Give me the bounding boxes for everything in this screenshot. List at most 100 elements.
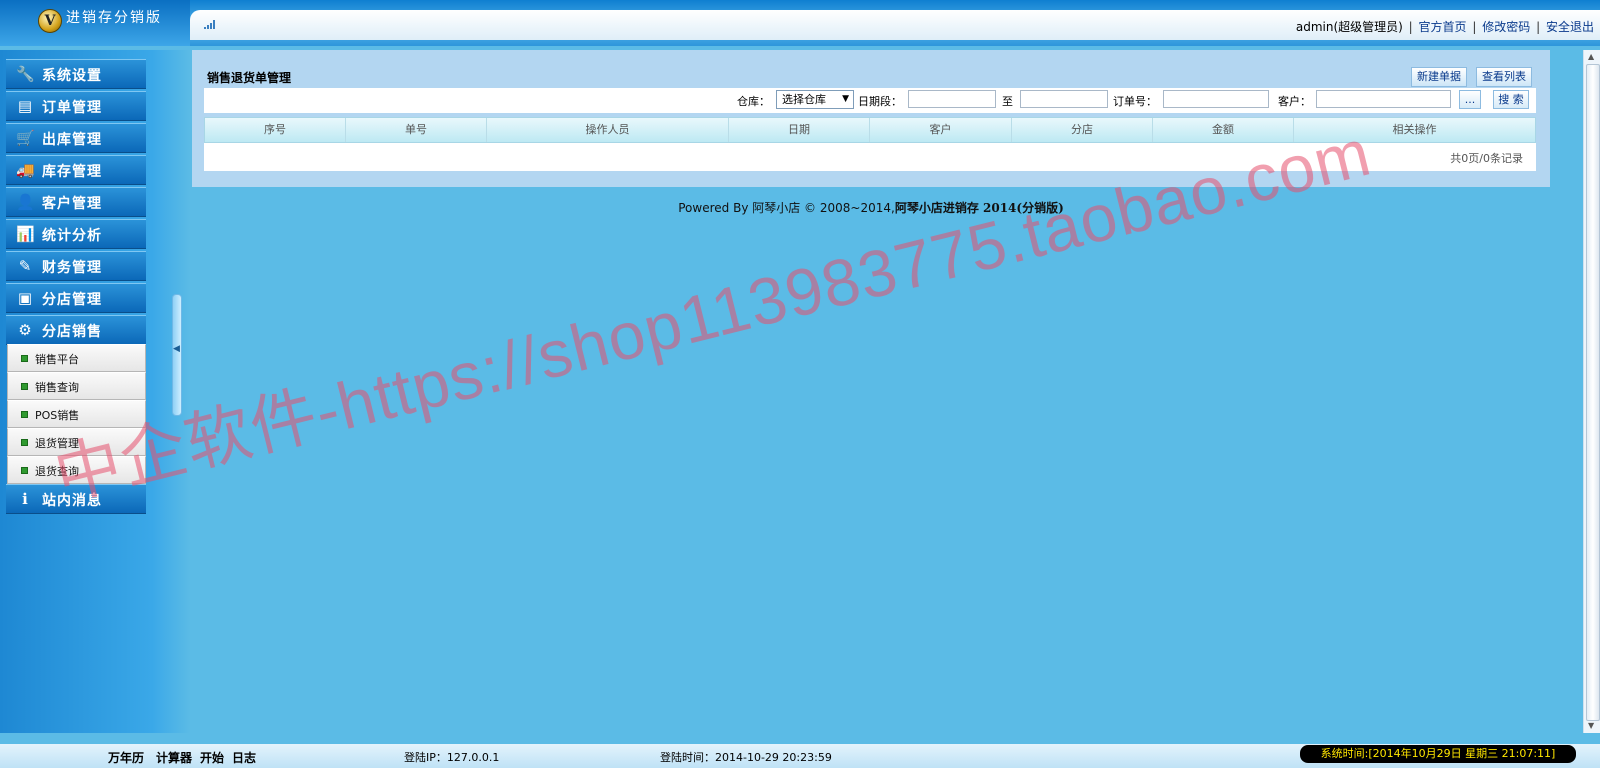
column-header[interactable]: 分店 (1012, 118, 1153, 142)
customer-input[interactable] (1316, 90, 1451, 108)
date-to-label: 至 (1002, 95, 1013, 108)
logout-link[interactable]: 安全退出 (1546, 20, 1594, 34)
info-icon: ℹ (22, 490, 28, 508)
column-header[interactable]: 操作人员 (487, 118, 729, 142)
sidebar: 🔧 系统设置 ▤ 订单管理 🛒 出库管理 🚚 库存管理 👤 客户管理 📊 统计分… (0, 50, 190, 733)
menu-statistics[interactable]: 📊 统计分析 (6, 219, 146, 249)
scroll-up-icon[interactable]: ▲ (1588, 52, 1594, 61)
header: V 进销存分销版 admin(超级管理员) | 官方首页 | 修改密码 | 安全… (0, 0, 1600, 46)
submenu-label: 退货查询 (35, 465, 79, 478)
warehouse-label: 仓库： (737, 95, 770, 108)
bar-chart-icon: 📊 (16, 225, 35, 243)
menu-label: 订单管理 (42, 100, 102, 116)
menu-order-management[interactable]: ▤ 订单管理 (6, 91, 146, 121)
date-from-input[interactable] (908, 90, 996, 108)
bullet-icon (21, 355, 28, 362)
login-time: 登陆时间：2014-10-29 20:23:59 (660, 751, 832, 764)
bullet-icon (21, 467, 28, 474)
column-header[interactable]: 日期 (729, 118, 870, 142)
submenu-pos-sales[interactable]: POS销售 (7, 400, 146, 428)
submenu-label: POS销售 (35, 409, 80, 422)
order-icon: ▤ (17, 97, 33, 115)
page-title: 销售退货单管理 (207, 71, 292, 85)
signal-icon (204, 18, 216, 30)
filter-bar: 仓库： 选择仓库 ▼ 日期段： 至 订单号： 客户： ... 搜 索 (204, 88, 1536, 113)
menu-label: 分店销售 (42, 324, 102, 340)
calculator-link[interactable]: 计算器 (156, 749, 192, 766)
bullet-icon (21, 383, 28, 390)
login-ip: 登陆IP：127.0.0.1 (404, 751, 500, 764)
submenu-sales-platform[interactable]: 销售平台 (7, 344, 146, 372)
collapse-arrow-icon[interactable]: ◀ (173, 344, 180, 354)
submenu-sales-query[interactable]: 销售查询 (7, 372, 146, 400)
menu-branch-management[interactable]: ▣ 分店管理 (6, 283, 146, 313)
menu-label: 站内消息 (42, 493, 102, 509)
cart-icon: 🛒 (16, 129, 35, 147)
column-header[interactable]: 客户 (870, 118, 1012, 142)
menu-site-messages[interactable]: ℹ 站内消息 (6, 484, 146, 514)
view-list-button[interactable]: 查看列表 (1476, 67, 1532, 87)
scrollbar-thumb[interactable] (1586, 64, 1600, 721)
main-panel: 销售退货单管理 新建单据 查看列表 仓库： 选择仓库 ▼ 日期段： 至 订单号：… (192, 50, 1550, 187)
warehouse-select-value: 选择仓库 (782, 93, 826, 106)
menu-outbound-management[interactable]: 🛒 出库管理 (6, 123, 146, 153)
order-number-input[interactable] (1163, 90, 1269, 108)
change-password-link[interactable]: 修改密码 (1482, 20, 1530, 34)
search-button[interactable]: 搜 索 (1493, 90, 1529, 109)
menu-label: 财务管理 (42, 260, 102, 276)
footer-credits: Powered By 阿琴小店 © 2008~2014,阿琴小店进销存 2014… (0, 199, 1600, 216)
scroll-down-icon[interactable]: ▼ (1588, 721, 1594, 730)
powered-by: Powered By 阿琴小店 © 2008~2014, (678, 201, 895, 215)
submenu-return-management[interactable]: 退货管理 (7, 428, 146, 456)
logo: V 进销存分销版 (0, 0, 190, 46)
menu-label: 统计分析 (42, 228, 102, 244)
branch-icon: ▣ (17, 289, 33, 307)
calendar-link[interactable]: 万年历 (108, 749, 144, 766)
table-body: 共0页/0条记录 (204, 143, 1536, 171)
table-header: 序号 单号 操作人员 日期 客户 分店 金额 相关操作 (204, 117, 1536, 143)
menu-label: 出库管理 (42, 132, 102, 148)
column-header[interactable]: 单号 (346, 118, 487, 142)
customer-label: 客户： (1278, 95, 1311, 108)
warehouse-select[interactable]: 选择仓库 ▼ (776, 90, 854, 109)
column-header[interactable]: 相关操作 (1294, 118, 1535, 142)
gear-icon: ⚙ (18, 321, 32, 339)
submenu-return-query[interactable]: 退货查询 (7, 456, 146, 484)
sidebar-scrollbar[interactable] (172, 294, 182, 416)
product-name: 阿琴小店进销存 2014(分销版) (894, 201, 1064, 215)
menu-finance-management[interactable]: ✎ 财务管理 (6, 251, 146, 281)
submenu-label: 退货管理 (35, 437, 79, 450)
truck-icon: 🚚 (16, 161, 35, 179)
log-link[interactable]: 日志 (232, 749, 256, 766)
customer-picker-button[interactable]: ... (1459, 90, 1481, 109)
wrench-icon: 🔧 (16, 65, 35, 83)
logo-badge: V (38, 9, 62, 33)
column-header[interactable]: 序号 (205, 118, 346, 142)
date-range-label: 日期段： (858, 95, 902, 108)
menu-label: 分店管理 (42, 292, 102, 308)
page-scrollbar[interactable]: ▲ ▼ (1583, 50, 1600, 733)
column-header[interactable]: 金额 (1153, 118, 1294, 142)
start-link[interactable]: 开始 (200, 749, 224, 766)
menu-label: 库存管理 (42, 164, 102, 180)
user-links: admin(超级管理员) | 官方首页 | 修改密码 | 安全退出 (1295, 20, 1594, 34)
chevron-down-icon: ▼ (842, 94, 849, 104)
top-bar: admin(超级管理员) | 官方首页 | 修改密码 | 安全退出 (190, 10, 1600, 40)
date-to-input[interactable] (1020, 90, 1108, 108)
status-bar: 万年历 计算器 开始 日志 登陆IP：127.0.0.1 登陆时间：2014-1… (0, 744, 1600, 768)
official-home-link[interactable]: 官方首页 (1419, 20, 1467, 34)
menu-branch-sales[interactable]: ⚙ 分店销售 (6, 315, 146, 345)
pagination-info: 共0页/0条记录 (1450, 152, 1523, 165)
submenu-label: 销售平台 (35, 353, 79, 366)
system-time: 系统时间:[2014年10月29日 星期三 21:07:11] (1300, 745, 1576, 763)
bullet-icon (21, 411, 28, 418)
menu-label: 系统设置 (42, 68, 102, 84)
finance-icon: ✎ (18, 257, 32, 275)
menu-inventory-management[interactable]: 🚚 库存管理 (6, 155, 146, 185)
app-title: 进销存分销版 (66, 10, 162, 26)
order-number-label: 订单号： (1113, 95, 1157, 108)
submenu-label: 销售查询 (35, 381, 79, 394)
new-document-button[interactable]: 新建单据 (1411, 67, 1467, 87)
current-user: admin(超级管理员) (1295, 20, 1403, 34)
menu-system-settings[interactable]: 🔧 系统设置 (6, 59, 146, 89)
